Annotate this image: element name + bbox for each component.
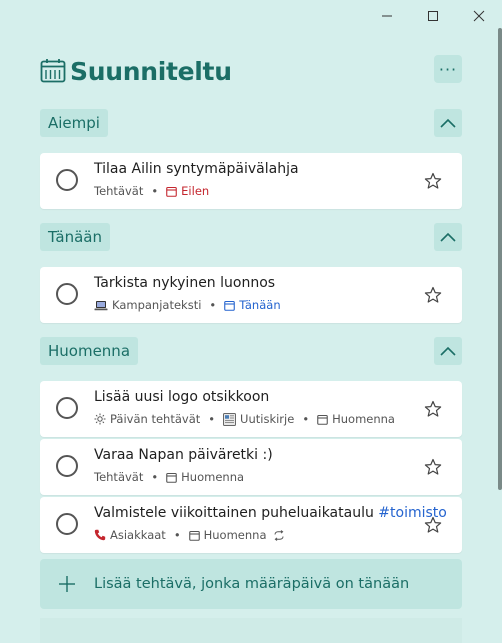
add-task-bar[interactable]: Lisää tehtävä, jonka määräpäivä on tänää…: [40, 559, 462, 609]
calendar-small-icon: [166, 186, 177, 197]
star-icon[interactable]: [424, 400, 442, 418]
add-task-label: Lisää tehtävä, jonka määräpäivä on tänää…: [94, 576, 410, 592]
task-due-date: Huomenna: [203, 528, 267, 542]
section-label-earlier[interactable]: Aiempi: [40, 109, 108, 137]
page-header: Suunniteltu ···: [40, 54, 462, 88]
task-myday-label: Päivän tehtävät: [110, 412, 201, 426]
star-icon[interactable]: [424, 516, 442, 534]
calendar-small-icon: [188, 530, 200, 541]
complete-task-checkbox[interactable]: [56, 455, 78, 477]
repeat-icon: [273, 529, 285, 541]
task-meta: Asiakkaat • Huomenna: [94, 528, 289, 542]
minimize-button[interactable]: [364, 0, 410, 32]
calendar-icon: [40, 59, 66, 83]
star-icon[interactable]: [424, 286, 442, 304]
section-label-today[interactable]: Tänään: [40, 223, 111, 251]
calendar-small-icon: [317, 414, 328, 425]
task-list-name: Kampanjateksti: [112, 298, 202, 312]
separator-dot: •: [302, 412, 310, 426]
separator-dot: •: [173, 528, 181, 542]
task-item[interactable]: Varaa Napan päiväretki :) Tehtävät • Huo…: [40, 439, 462, 495]
calendar-small-icon: [224, 300, 236, 311]
complete-task-checkbox[interactable]: [56, 169, 78, 191]
task-meta: Päivän tehtävät • Uutiskirje • Huomenna: [94, 412, 395, 426]
star-icon[interactable]: [424, 172, 442, 190]
task-title: Lisää uusi logo otsikkoon: [94, 389, 270, 405]
task-due-date: Eilen: [181, 184, 210, 198]
section-tomorrow: Huomenna: [40, 337, 462, 365]
task-list-name: Tehtävät: [94, 470, 144, 484]
task-item[interactable]: Lisää uusi logo otsikkoon Päivän tehtävä…: [40, 381, 462, 437]
bottom-overflow-area: [40, 618, 462, 643]
task-due-date: Tänään: [239, 298, 281, 312]
section-label-tomorrow[interactable]: Huomenna: [40, 337, 139, 365]
page-title: Suunniteltu: [70, 56, 232, 86]
task-title: Valmistele viikoittainen puheluaikataulu…: [94, 505, 447, 521]
complete-task-checkbox[interactable]: [56, 397, 78, 419]
maximize-icon: [428, 11, 438, 21]
close-button[interactable]: [456, 0, 502, 32]
newspaper-icon: [223, 412, 237, 426]
task-title: Tilaa Ailin syntymäpäivälahja: [94, 161, 299, 177]
task-title-text: Valmistele viikoittainen puheluaikataulu: [94, 505, 374, 521]
close-icon: [473, 10, 485, 22]
plus-icon: [59, 576, 75, 592]
star-icon[interactable]: [424, 458, 442, 476]
separator-dot: •: [151, 470, 159, 484]
more-options-button[interactable]: ···: [434, 55, 462, 83]
task-list-name: Tehtävät: [94, 184, 144, 198]
task-title: Varaa Napan päiväretki :): [94, 447, 273, 463]
window-controls: [364, 0, 502, 32]
complete-task-checkbox[interactable]: [56, 283, 78, 305]
chevron-up-icon: [440, 232, 456, 242]
laptop-icon: [94, 300, 108, 311]
collapse-tomorrow-button[interactable]: [434, 337, 462, 365]
task-due-date: Huomenna: [332, 412, 395, 426]
separator-dot: •: [208, 412, 216, 426]
task-item[interactable]: Tarkista nykyinen luonnos Kampanjateksti…: [40, 267, 462, 323]
task-meta: Tehtävät • Eilen: [94, 184, 209, 198]
sun-icon: [94, 413, 106, 425]
minimize-icon: [382, 15, 392, 17]
task-list-name: Uutiskirje: [240, 412, 295, 426]
complete-task-checkbox[interactable]: [56, 513, 78, 535]
maximize-button[interactable]: [410, 0, 456, 32]
task-meta: Kampanjateksti • Tänään: [94, 298, 281, 312]
calendar-small-icon: [166, 472, 177, 483]
chevron-up-icon: [440, 118, 456, 128]
collapse-earlier-button[interactable]: [434, 109, 462, 137]
phone-icon: [94, 529, 106, 541]
task-item[interactable]: Tilaa Ailin syntymäpäivälahja Tehtävät •…: [40, 153, 462, 209]
section-today: Tänään: [40, 223, 462, 251]
task-title: Tarkista nykyinen luonnos: [94, 275, 276, 291]
task-item[interactable]: Valmistele viikoittainen puheluaikataulu…: [40, 497, 462, 553]
separator-dot: •: [151, 184, 159, 198]
separator-dot: •: [209, 298, 217, 312]
task-meta: Tehtävät • Huomenna: [94, 470, 244, 484]
task-list-name: Asiakkaat: [110, 528, 166, 542]
chevron-up-icon: [440, 346, 456, 356]
section-earlier: Aiempi: [40, 109, 462, 137]
collapse-today-button[interactable]: [434, 223, 462, 251]
scrollbar[interactable]: [498, 28, 502, 490]
task-due-date: Huomenna: [181, 470, 245, 484]
